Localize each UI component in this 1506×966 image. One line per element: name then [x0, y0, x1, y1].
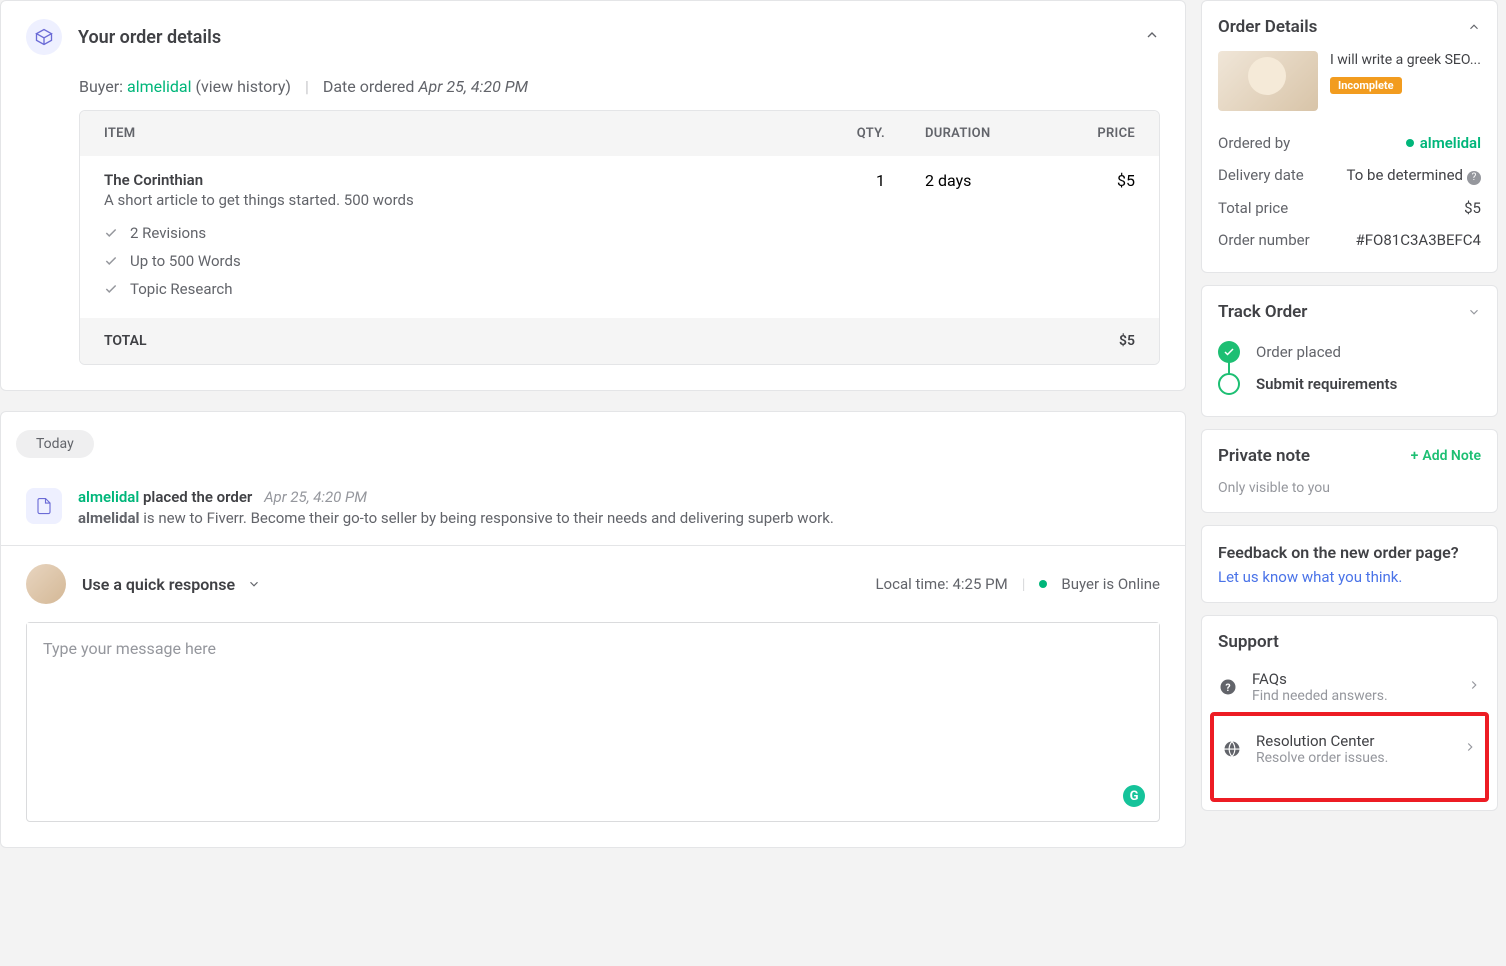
- status-badge: Incomplete: [1330, 77, 1402, 94]
- chevron-right-icon: [1463, 739, 1477, 758]
- feedback-link[interactable]: Let us know what you think.: [1218, 568, 1402, 586]
- items-table: ITEM QTY. DURATION PRICE The Corinthian …: [79, 110, 1160, 365]
- avatar: [26, 564, 66, 604]
- feedback-card: Feedback on the new order page? Let us k…: [1201, 525, 1498, 603]
- check-icon: [1218, 341, 1240, 363]
- buyer-link[interactable]: almelidal: [1406, 134, 1481, 152]
- question-icon: ?: [1218, 677, 1238, 697]
- gig-title[interactable]: I will write a greek SEO...: [1330, 51, 1481, 71]
- track-step-requirements: Submit requirements: [1218, 368, 1481, 400]
- feature-item: Topic Research: [104, 275, 805, 303]
- resolution-center-link[interactable]: Resolution CenterResolve order issues.: [1222, 720, 1477, 778]
- order-details-card: Your order details Buyer: almelidal (vie…: [0, 0, 1186, 391]
- message-box: G: [26, 622, 1160, 822]
- online-status: Buyer is Online: [1061, 575, 1160, 593]
- document-icon: [26, 488, 62, 524]
- expand-icon[interactable]: [1467, 305, 1481, 319]
- private-note-card: Private note + Add Note Only visible to …: [1201, 429, 1498, 513]
- table-row: The Corinthian A short article to get th…: [80, 156, 1159, 318]
- buyer-link[interactable]: almelidal: [127, 77, 192, 96]
- message-input[interactable]: [27, 623, 1159, 803]
- feature-item: Up to 500 Words: [104, 247, 805, 275]
- collapse-icon[interactable]: [1467, 20, 1481, 34]
- add-note-button[interactable]: + Add Note: [1411, 448, 1481, 464]
- order-meta: Buyer: almelidal (view history) | Date o…: [79, 77, 1160, 96]
- order-title: Your order details: [78, 27, 221, 48]
- support-card: Support ? FAQsFind needed answers. Resol…: [1201, 615, 1498, 811]
- today-pill: Today: [16, 430, 94, 458]
- buyer-name[interactable]: almelidal: [78, 488, 139, 506]
- online-dot-icon: [1039, 580, 1047, 588]
- circle-icon: [1218, 373, 1240, 395]
- order-details-sidebar: Order Details I will write a greek SEO..…: [1201, 0, 1498, 273]
- chevron-right-icon: [1467, 677, 1481, 696]
- globe-icon: [1222, 739, 1242, 759]
- local-time: Local time: 4:25 PM: [875, 575, 1007, 593]
- help-icon[interactable]: ?: [1467, 171, 1481, 185]
- gig-thumbnail[interactable]: [1218, 51, 1318, 111]
- track-step-placed: Order placed: [1218, 336, 1481, 368]
- feature-item: 2 Revisions: [104, 219, 805, 247]
- svg-text:?: ?: [1225, 681, 1230, 694]
- grammarly-icon[interactable]: G: [1123, 785, 1145, 807]
- faqs-link[interactable]: ? FAQsFind needed answers.: [1218, 658, 1481, 716]
- collapse-icon[interactable]: [1144, 27, 1160, 47]
- view-history-link[interactable]: (view history): [196, 77, 291, 96]
- activity-card: Today almelidal placed the order Apr 25,…: [0, 411, 1186, 848]
- track-order-card: Track Order Order placed Submit requirem…: [1201, 285, 1498, 417]
- package-icon: [26, 19, 62, 55]
- quick-response-dropdown[interactable]: Use a quick response: [82, 575, 261, 594]
